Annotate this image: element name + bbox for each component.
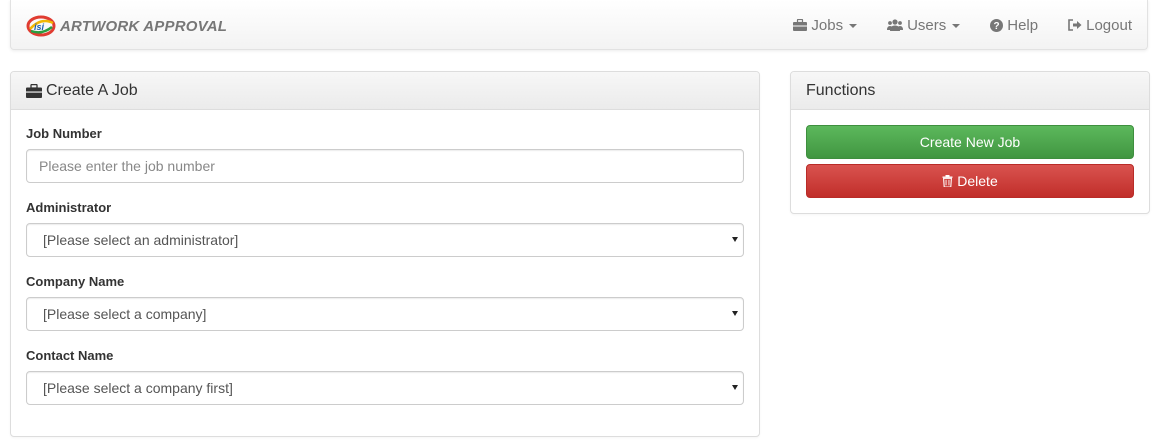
job-number-label: Job Number xyxy=(26,126,102,141)
delete-button[interactable]: Delete xyxy=(806,164,1134,198)
functions-title: Functions xyxy=(806,81,876,99)
nav-users-label: Users xyxy=(907,16,947,34)
nav-logout-link[interactable]: Logout xyxy=(1053,0,1147,50)
dropdown-arrow-icon xyxy=(732,237,738,242)
brand-name: ARTWORK APPROVAL xyxy=(60,17,228,35)
users-icon xyxy=(887,19,904,31)
nav-logout-label: Logout xyxy=(1086,16,1132,34)
nav-jobs-label: Jobs xyxy=(811,16,844,34)
functions-panel-heading: Functions xyxy=(791,72,1149,110)
question-circle-icon: ? xyxy=(990,18,1004,32)
administrator-select[interactable]: [Please select an administrator] xyxy=(26,223,744,257)
company-name-group: Company Name [Please select a company] xyxy=(26,274,744,331)
create-job-panel: Create A Job Job Number Administrator [P… xyxy=(10,71,760,437)
company-name-select[interactable]: [Please select a company] xyxy=(26,297,744,331)
administrator-selected-value: [Please select an administrator] xyxy=(26,223,744,257)
contact-name-selected-value: [Please select a company first] xyxy=(26,371,744,405)
delete-label: Delete xyxy=(957,173,998,189)
trash-icon xyxy=(942,175,953,187)
nav-help-link[interactable]: ? Help xyxy=(975,0,1053,50)
administrator-label: Administrator xyxy=(26,200,112,215)
brand[interactable]: isi ARTWORK APPROVAL xyxy=(26,14,227,38)
company-name-selected-value: [Please select a company] xyxy=(26,297,744,331)
administrator-group: Administrator [Please select an administ… xyxy=(26,200,744,257)
briefcase-icon xyxy=(26,83,42,98)
sign-out-icon xyxy=(1068,19,1082,31)
create-job-panel-heading: Create A Job xyxy=(11,72,759,110)
dropdown-arrow-icon xyxy=(732,385,738,390)
svg-text:?: ? xyxy=(994,21,1000,32)
caret-down-icon xyxy=(849,24,858,28)
contact-name-group: Contact Name [Please select a company fi… xyxy=(26,348,744,405)
job-number-group: Job Number xyxy=(26,126,744,183)
create-new-job-label: Create New Job xyxy=(919,134,1021,150)
create-job-title: Create A Job xyxy=(46,81,138,99)
nav-users-dropdown[interactable]: Users xyxy=(872,0,975,50)
functions-panel: Functions Create New Job Delete xyxy=(790,71,1150,214)
dropdown-arrow-icon xyxy=(732,311,738,316)
top-navbar: isi ARTWORK APPROVAL Jobs Users ? Help L… xyxy=(10,0,1148,50)
contact-name-label: Contact Name xyxy=(26,348,114,363)
isi-logo-icon: isi xyxy=(26,15,56,37)
job-number-input[interactable] xyxy=(26,149,744,183)
svg-text:isi: isi xyxy=(34,22,45,32)
nav-jobs-dropdown[interactable]: Jobs xyxy=(778,0,872,50)
company-name-label: Company Name xyxy=(26,274,125,289)
create-new-job-button[interactable]: Create New Job xyxy=(806,125,1134,159)
briefcase-icon xyxy=(793,19,808,31)
nav-help-label: Help xyxy=(1007,16,1039,34)
caret-down-icon xyxy=(952,24,961,28)
contact-name-select[interactable]: [Please select a company first] xyxy=(26,371,744,405)
